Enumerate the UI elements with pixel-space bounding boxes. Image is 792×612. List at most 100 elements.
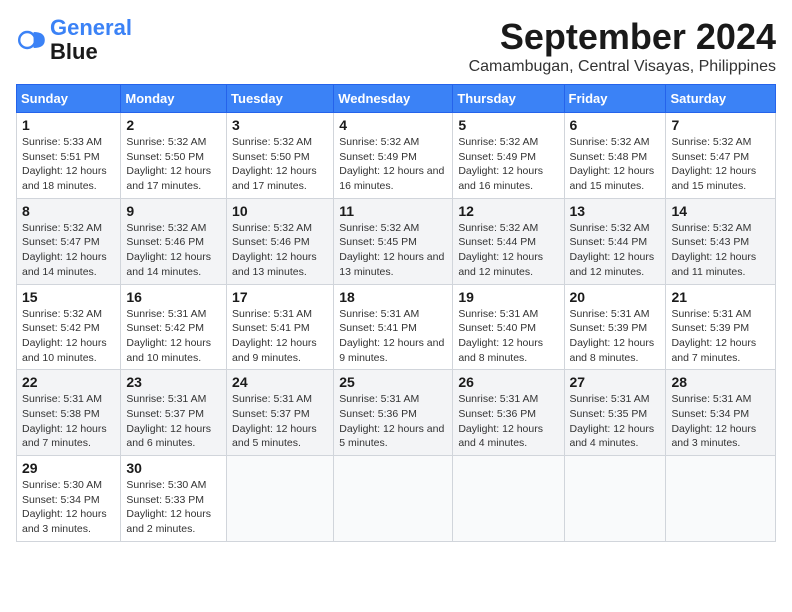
calendar-cell: 16Sunrise: 5:31 AMSunset: 5:42 PMDayligh… bbox=[121, 284, 227, 370]
day-number: 23 bbox=[126, 374, 221, 390]
day-info: Sunrise: 5:31 AMSunset: 5:41 PMDaylight:… bbox=[232, 307, 328, 366]
calendar-cell: 21 Sunrise: 5:31 AMSunset: 5:39 PMDayligh… bbox=[666, 284, 776, 370]
day-number: 28 bbox=[671, 374, 770, 390]
day-number: 30 bbox=[126, 460, 221, 476]
day-number: 11 bbox=[339, 203, 447, 219]
calendar-cell: 10 Sunrise: 5:32 AMSunset: 5:46 PMDayligh… bbox=[227, 198, 334, 284]
calendar-cell bbox=[227, 456, 334, 542]
day-info: Sunrise: 5:32 AMSunset: 5:47 PMDaylight:… bbox=[671, 135, 770, 194]
location: Camambugan, Central Visayas, Philippines bbox=[469, 58, 776, 76]
logo-text: GeneralBlue bbox=[50, 16, 132, 64]
calendar-table: SundayMondayTuesdayWednesdayThursdayFrid… bbox=[16, 84, 776, 542]
calendar-cell: 23 Sunrise: 5:31 AMSunset: 5:37 PMDayligh… bbox=[121, 370, 227, 456]
day-info: Sunrise: 5:32 AMSunset: 5:49 PMDaylight:… bbox=[339, 135, 447, 194]
day-number: 29 bbox=[22, 460, 115, 476]
calendar-week-5: 29 Sunrise: 5:30 AMSunset: 5:34 PMDayligh… bbox=[17, 456, 776, 542]
month-title: September 2024 bbox=[469, 16, 776, 58]
weekday-header-friday: Friday bbox=[564, 85, 666, 113]
day-info: Sunrise: 5:31 AMSunset: 5:37 PMDaylight:… bbox=[126, 392, 221, 451]
day-number: 8 bbox=[22, 203, 115, 219]
day-number: 13 bbox=[570, 203, 661, 219]
day-info: Sunrise: 5:31 AMSunset: 5:37 PMDaylight:… bbox=[232, 392, 328, 451]
day-info: Sunrise: 5:30 AMSunset: 5:33 PMDaylight:… bbox=[126, 478, 221, 537]
day-number: 9 bbox=[126, 203, 221, 219]
day-number: 19 bbox=[458, 289, 558, 305]
weekday-header-thursday: Thursday bbox=[453, 85, 564, 113]
day-info: Sunrise: 5:31 AMSunset: 5:38 PMDaylight:… bbox=[22, 392, 115, 451]
calendar-cell: 24 Sunrise: 5:31 AMSunset: 5:37 PMDayligh… bbox=[227, 370, 334, 456]
weekday-header-tuesday: Tuesday bbox=[227, 85, 334, 113]
day-number: 3 bbox=[232, 117, 328, 133]
day-number: 25 bbox=[339, 374, 447, 390]
day-info: Sunrise: 5:32 AMSunset: 5:45 PMDaylight:… bbox=[339, 221, 447, 280]
day-info: Sunrise: 5:31 AMSunset: 5:40 PMDaylight:… bbox=[458, 307, 558, 366]
day-info: Sunrise: 5:31 AMSunset: 5:41 PMDaylight:… bbox=[339, 307, 447, 366]
calendar-cell: 8 Sunrise: 5:32 AMSunset: 5:47 PMDaylight… bbox=[17, 198, 121, 284]
calendar-cell bbox=[666, 456, 776, 542]
calendar-cell: 19 Sunrise: 5:31 AMSunset: 5:40 PMDayligh… bbox=[453, 284, 564, 370]
day-number: 1 bbox=[22, 117, 115, 133]
day-number: 6 bbox=[570, 117, 661, 133]
calendar-cell: 5 Sunrise: 5:32 AMSunset: 5:49 PMDaylight… bbox=[453, 113, 564, 199]
day-number: 20 bbox=[570, 289, 661, 305]
calendar-cell: 1 Sunrise: 5:33 AMSunset: 5:51 PMDaylight… bbox=[17, 113, 121, 199]
calendar-cell: 9 Sunrise: 5:32 AMSunset: 5:46 PMDaylight… bbox=[121, 198, 227, 284]
weekday-header-wednesday: Wednesday bbox=[334, 85, 453, 113]
calendar-cell: 7 Sunrise: 5:32 AMSunset: 5:47 PMDaylight… bbox=[666, 113, 776, 199]
day-info: Sunrise: 5:31 AMSunset: 5:42 PMDaylight:… bbox=[126, 307, 221, 366]
calendar-cell: 17 Sunrise: 5:31 AMSunset: 5:41 PMDayligh… bbox=[227, 284, 334, 370]
day-info: Sunrise: 5:32 AMSunset: 5:46 PMDaylight:… bbox=[126, 221, 221, 280]
day-info: Sunrise: 5:32 AMSunset: 5:47 PMDaylight:… bbox=[22, 221, 115, 280]
calendar-cell: 27 Sunrise: 5:31 AMSunset: 5:35 PMDayligh… bbox=[564, 370, 666, 456]
day-number: 14 bbox=[671, 203, 770, 219]
calendar-week-2: 8 Sunrise: 5:32 AMSunset: 5:47 PMDaylight… bbox=[17, 198, 776, 284]
day-info: Sunrise: 5:32 AMSunset: 5:44 PMDaylight:… bbox=[458, 221, 558, 280]
day-info: Sunrise: 5:31 AMSunset: 5:35 PMDaylight:… bbox=[570, 392, 661, 451]
day-number: 2 bbox=[126, 117, 221, 133]
day-info: Sunrise: 5:32 AMSunset: 5:48 PMDaylight:… bbox=[570, 135, 661, 194]
day-info: Sunrise: 5:31 AMSunset: 5:34 PMDaylight:… bbox=[671, 392, 770, 451]
calendar-cell: 20 Sunrise: 5:31 AMSunset: 5:39 PMDayligh… bbox=[564, 284, 666, 370]
calendar-cell: 2 Sunrise: 5:32 AMSunset: 5:50 PMDaylight… bbox=[121, 113, 227, 199]
calendar-week-4: 22 Sunrise: 5:31 AMSunset: 5:38 PMDayligh… bbox=[17, 370, 776, 456]
day-info: Sunrise: 5:32 AMSunset: 5:50 PMDaylight:… bbox=[126, 135, 221, 194]
day-number: 10 bbox=[232, 203, 328, 219]
calendar-cell: 3Sunrise: 5:32 AMSunset: 5:50 PMDaylight… bbox=[227, 113, 334, 199]
day-number: 15 bbox=[22, 289, 115, 305]
day-number: 27 bbox=[570, 374, 661, 390]
calendar-cell: 29 Sunrise: 5:30 AMSunset: 5:34 PMDayligh… bbox=[17, 456, 121, 542]
weekday-header-saturday: Saturday bbox=[666, 85, 776, 113]
day-info: Sunrise: 5:32 AMSunset: 5:46 PMDaylight:… bbox=[232, 221, 328, 280]
day-number: 5 bbox=[458, 117, 558, 133]
calendar-week-1: 1 Sunrise: 5:33 AMSunset: 5:51 PMDaylight… bbox=[17, 113, 776, 199]
day-info: Sunrise: 5:31 AMSunset: 5:39 PMDaylight:… bbox=[671, 307, 770, 366]
calendar-cell: 15Sunrise: 5:32 AMSunset: 5:42 PMDayligh… bbox=[17, 284, 121, 370]
day-number: 18 bbox=[339, 289, 447, 305]
day-info: Sunrise: 5:33 AMSunset: 5:51 PMDaylight:… bbox=[22, 135, 115, 194]
weekday-header-sunday: Sunday bbox=[17, 85, 121, 113]
calendar-cell: 4Sunrise: 5:32 AMSunset: 5:49 PMDaylight… bbox=[334, 113, 453, 199]
calendar-cell: 14Sunrise: 5:32 AMSunset: 5:43 PMDayligh… bbox=[666, 198, 776, 284]
calendar-cell bbox=[334, 456, 453, 542]
day-number: 7 bbox=[671, 117, 770, 133]
calendar-cell: 26Sunrise: 5:31 AMSunset: 5:36 PMDayligh… bbox=[453, 370, 564, 456]
day-info: Sunrise: 5:30 AMSunset: 5:34 PMDaylight:… bbox=[22, 478, 115, 537]
weekday-header-monday: Monday bbox=[121, 85, 227, 113]
calendar-cell: 12 Sunrise: 5:32 AMSunset: 5:44 PMDayligh… bbox=[453, 198, 564, 284]
day-number: 24 bbox=[232, 374, 328, 390]
day-info: Sunrise: 5:31 AMSunset: 5:39 PMDaylight:… bbox=[570, 307, 661, 366]
day-number: 21 bbox=[671, 289, 770, 305]
calendar-cell bbox=[564, 456, 666, 542]
calendar-cell: 30 Sunrise: 5:30 AMSunset: 5:33 PMDayligh… bbox=[121, 456, 227, 542]
day-number: 22 bbox=[22, 374, 115, 390]
calendar-cell: 18 Sunrise: 5:31 AMSunset: 5:41 PMDayligh… bbox=[334, 284, 453, 370]
page-header: GeneralBlue September 2024 Camambugan, C… bbox=[16, 16, 776, 76]
calendar-cell bbox=[453, 456, 564, 542]
day-info: Sunrise: 5:31 AMSunset: 5:36 PMDaylight:… bbox=[339, 392, 447, 451]
day-info: Sunrise: 5:32 AMSunset: 5:49 PMDaylight:… bbox=[458, 135, 558, 194]
day-number: 17 bbox=[232, 289, 328, 305]
logo: GeneralBlue bbox=[16, 16, 132, 64]
day-number: 12 bbox=[458, 203, 558, 219]
calendar-week-3: 15Sunrise: 5:32 AMSunset: 5:42 PMDayligh… bbox=[17, 284, 776, 370]
calendar-cell: 22 Sunrise: 5:31 AMSunset: 5:38 PMDayligh… bbox=[17, 370, 121, 456]
